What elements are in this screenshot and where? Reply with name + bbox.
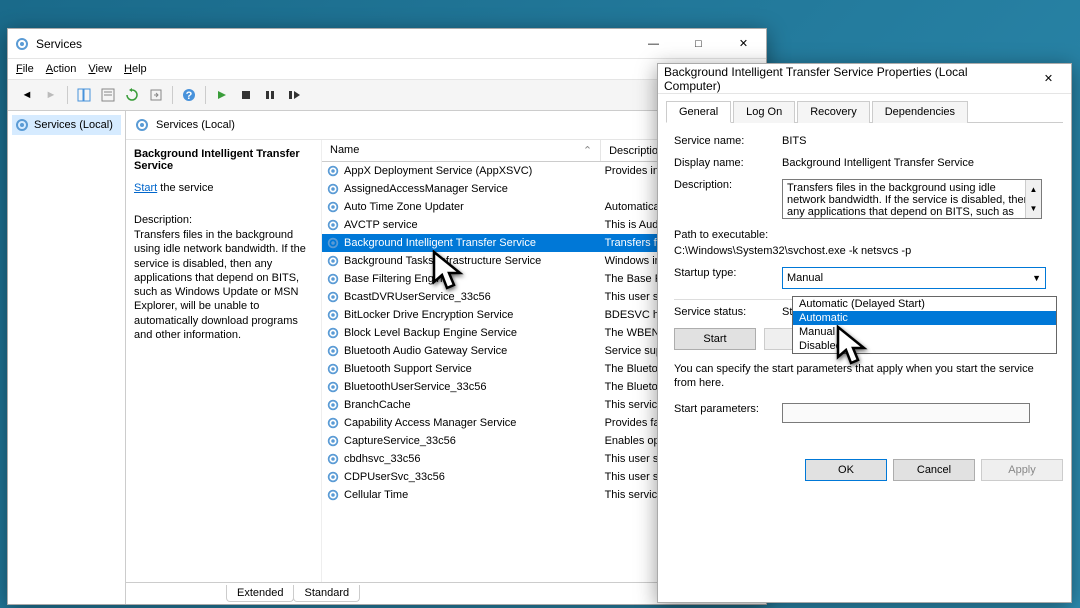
gear-icon	[326, 237, 344, 249]
hint-text: You can specify the start parameters tha…	[674, 362, 1055, 391]
dialog-tabs: General Log On Recovery Dependencies	[666, 100, 1063, 123]
selected-service-title: Background Intelligent Transfer Service	[134, 148, 313, 172]
svg-text:?: ?	[186, 90, 193, 102]
column-name[interactable]: Name ⌃	[322, 140, 601, 162]
description-label: Description:	[134, 214, 313, 226]
dialog-title: Background Intelligent Transfer Service …	[664, 65, 1026, 93]
stop-service-button[interactable]	[235, 84, 257, 106]
ok-button[interactable]: OK	[805, 459, 887, 481]
toolbar: ◄ ► ?	[8, 79, 766, 111]
start-service-button[interactable]	[211, 84, 233, 106]
maximize-button[interactable]: □	[676, 29, 721, 59]
dropdown-option[interactable]: Automatic	[793, 311, 1056, 325]
path-value: C:\Windows\System32\svchost.exe -k netsv…	[674, 245, 911, 257]
menu-action[interactable]: Action	[46, 63, 77, 75]
scroll-up-button[interactable]: ▲	[1025, 180, 1041, 199]
dropdown-option[interactable]: Automatic (Delayed Start)	[793, 297, 1056, 311]
tab-logon[interactable]: Log On	[733, 101, 795, 123]
startup-type-combobox[interactable]: Manual ▼	[782, 267, 1046, 289]
gear-icon	[326, 417, 344, 429]
start-params-input	[782, 403, 1030, 423]
menu-bar: File Action View Help	[8, 59, 766, 79]
forward-button[interactable]: ►	[40, 84, 62, 106]
gear-icon	[326, 273, 344, 285]
gear-icon	[134, 117, 150, 133]
gear-icon	[326, 219, 344, 231]
gear-icon	[326, 183, 344, 195]
description-label: Description:	[674, 179, 782, 191]
dropdown-option[interactable]: Manual	[793, 325, 1056, 339]
tab-general[interactable]: General	[666, 101, 731, 123]
description-box: Transfers files in the background using …	[782, 179, 1042, 219]
gear-icon	[326, 399, 344, 411]
gear-icon	[326, 453, 344, 465]
gear-icon	[326, 309, 344, 321]
pause-service-button[interactable]	[259, 84, 281, 106]
menu-file[interactable]: File	[16, 63, 34, 75]
gear-icon	[326, 327, 344, 339]
gear-icon	[14, 117, 30, 133]
titlebar: Services — □ ✕	[8, 29, 766, 59]
service-name-label: Service name:	[674, 135, 782, 147]
startup-type-label: Startup type:	[674, 267, 782, 279]
services-window: Services — □ ✕ File Action View Help ◄ ►…	[7, 28, 767, 605]
gear-icon	[326, 489, 344, 501]
help-button[interactable]: ?	[178, 84, 200, 106]
gear-icon	[326, 363, 344, 375]
gear-icon	[326, 291, 344, 303]
tree-item-services-local[interactable]: Services (Local)	[12, 115, 121, 135]
tree-item-label: Services (Local)	[34, 119, 113, 131]
path-label: Path to executable:	[674, 229, 782, 241]
close-button[interactable]: ✕	[721, 29, 766, 59]
tab-dependencies[interactable]: Dependencies	[872, 101, 968, 123]
pane-header-title: Services (Local)	[156, 119, 235, 131]
refresh-button[interactable]	[121, 84, 143, 106]
startup-type-dropdown[interactable]: Automatic (Delayed Start)AutomaticManual…	[792, 296, 1057, 354]
chevron-down-icon: ▼	[1032, 273, 1041, 283]
scroll-down-button[interactable]: ▼	[1025, 199, 1041, 218]
tab-standard[interactable]: Standard	[293, 585, 360, 602]
service-status-label: Service status:	[674, 306, 782, 318]
description-text: Transfers files in the background using …	[134, 228, 313, 342]
window-title: Services	[36, 37, 631, 51]
restart-service-button[interactable]	[283, 84, 305, 106]
services-icon	[14, 36, 30, 52]
back-button[interactable]: ◄	[16, 84, 38, 106]
export-button[interactable]	[145, 84, 167, 106]
gear-icon	[326, 471, 344, 483]
gear-icon	[326, 165, 344, 177]
start-button[interactable]: Start	[674, 328, 756, 350]
dropdown-option[interactable]: Disabled	[793, 339, 1056, 353]
gear-icon	[326, 345, 344, 357]
show-hide-tree-button[interactable]	[73, 84, 95, 106]
menu-view[interactable]: View	[88, 63, 112, 75]
tab-recovery[interactable]: Recovery	[797, 101, 869, 123]
display-name-label: Display name:	[674, 157, 782, 169]
gear-icon	[326, 435, 344, 447]
gear-icon	[326, 381, 344, 393]
display-name-value: Background Intelligent Transfer Service	[782, 157, 1055, 169]
gear-icon	[326, 255, 344, 267]
start-params-label: Start parameters:	[674, 403, 782, 415]
menu-help[interactable]: Help	[124, 63, 147, 75]
tab-extended[interactable]: Extended	[226, 585, 294, 602]
start-link[interactable]: Start	[134, 182, 157, 194]
dialog-close-button[interactable]: ✕	[1026, 64, 1071, 94]
action-suffix: the service	[157, 182, 213, 194]
service-name-value: BITS	[782, 135, 1055, 147]
cancel-button[interactable]: Cancel	[893, 459, 975, 481]
properties-button[interactable]	[97, 84, 119, 106]
tree-pane: Services (Local)	[8, 111, 126, 604]
minimize-button[interactable]: —	[631, 29, 676, 59]
startup-type-value: Manual	[787, 272, 823, 284]
watermark: UGETFIX	[992, 584, 1068, 602]
description-value: Transfers files in the background using …	[787, 182, 1030, 219]
service-info-column: Background Intelligent Transfer Service …	[126, 140, 322, 582]
apply-button: Apply	[981, 459, 1063, 481]
gear-icon	[326, 201, 344, 213]
